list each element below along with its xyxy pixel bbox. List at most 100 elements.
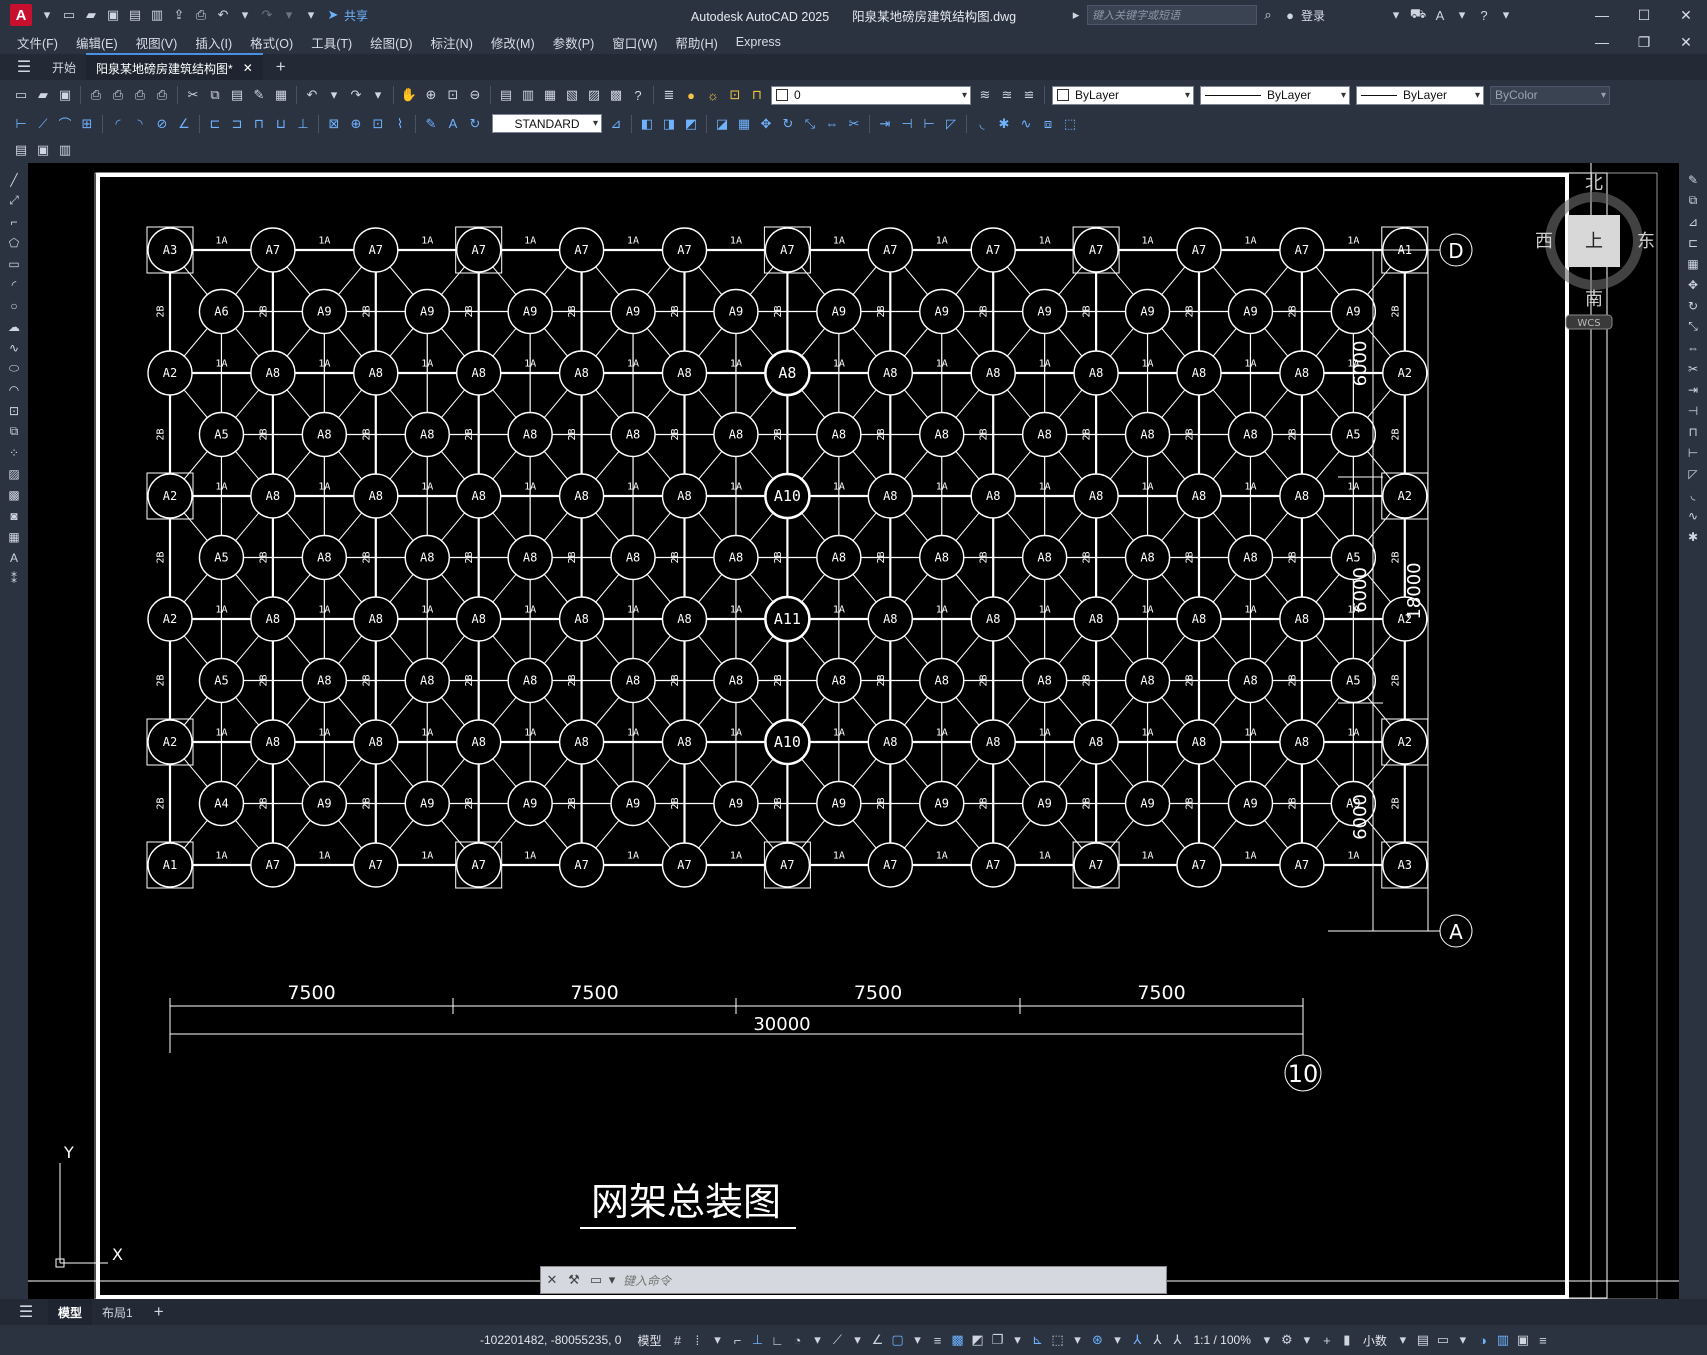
plotstyle-dropdown[interactable]: ByColor ▾: [1490, 85, 1610, 105]
command-prompt-icon[interactable]: ▭: [585, 1272, 607, 1288]
plot-preview-icon[interactable]: ⎙: [108, 85, 128, 105]
gizmo-icon[interactable]: ⊛: [1087, 1332, 1107, 1348]
chevron-right-icon[interactable]: ▸: [1066, 5, 1086, 25]
new-icon[interactable]: ▭: [11, 85, 31, 105]
dropdown-arrow-icon[interactable]: ▾: [1452, 5, 1472, 25]
array-icon[interactable]: ▦: [1683, 254, 1703, 273]
menu-draw[interactable]: 绘图(D): [361, 33, 421, 52]
attach-icon[interactable]: ▣: [33, 140, 53, 160]
drawing-canvas[interactable]: 1A 1A 1A 1A 1A 1A 1A 1A 1A 1A 1A 1A 1A 1A 1A 1A 1A 1A 1A 1A…: [28, 163, 1679, 1299]
move-icon[interactable]: ✥: [1683, 275, 1703, 294]
quickcalc-icon[interactable]: ▩: [606, 85, 626, 105]
grid-icon[interactable]: #: [667, 1333, 687, 1348]
fillet-icon[interactable]: ◟: [972, 114, 992, 134]
model-space-button[interactable]: 模型: [631, 1332, 667, 1349]
table-icon[interactable]: ▦: [4, 527, 24, 546]
block-editor-icon[interactable]: ▦: [271, 85, 291, 105]
zoom-previous-icon[interactable]: ⊖: [465, 85, 485, 105]
ordinate-icon[interactable]: ⊞: [77, 114, 97, 134]
annotation-monitor-icon[interactable]: +: [1317, 1333, 1337, 1348]
erase-icon[interactable]: ✎: [1683, 170, 1703, 189]
search-icon[interactable]: ⌕: [1258, 5, 1278, 25]
region-icon[interactable]: ◙: [4, 506, 24, 525]
polyline-icon[interactable]: ⌐: [4, 212, 24, 231]
dynamic-ucs-icon[interactable]: ⊾: [1027, 1332, 1047, 1348]
rotate-icon[interactable]: ↻: [1683, 296, 1703, 315]
login-button[interactable]: 登录: [1301, 7, 1325, 24]
dropdown-arrow-icon[interactable]: ▾: [324, 85, 344, 105]
trim-icon[interactable]: ✂: [1683, 359, 1703, 378]
share-button[interactable]: 共享: [344, 7, 368, 24]
hatch-icon[interactable]: ▨: [4, 464, 24, 483]
dim-space-icon[interactable]: ⊔: [271, 114, 291, 134]
osnap-icon[interactable]: ▢: [887, 1332, 907, 1348]
autodesk-icon[interactable]: A: [1430, 5, 1450, 25]
tool-palettes-icon[interactable]: ▦: [540, 85, 560, 105]
lineweight-icon[interactable]: ≡: [927, 1333, 947, 1348]
linetype-dropdown[interactable]: ByLayer ▾: [1200, 85, 1350, 105]
menu-dimension[interactable]: 标注(N): [422, 33, 482, 52]
3d-osnap-icon[interactable]: ❐: [987, 1332, 1007, 1348]
dropdown-arrow-icon[interactable]: ▾: [1393, 1332, 1413, 1348]
layer-on-icon[interactable]: ●: [681, 85, 701, 105]
dropdown-arrow-icon[interactable]: ▾: [279, 5, 299, 25]
command-line[interactable]: ✕ ⚒ ▭ ▾ 键入命令: [540, 1266, 1167, 1294]
menu-format[interactable]: 格式(O): [241, 33, 302, 52]
add-selected-icon[interactable]: ⁑: [4, 569, 24, 588]
dropdown-arrow-icon[interactable]: ▾: [235, 5, 255, 25]
explode-icon[interactable]: ✱: [994, 114, 1014, 134]
app-menu-button[interactable]: A: [10, 4, 32, 26]
customize-icon[interactable]: ▾: [301, 5, 321, 25]
stretch-icon[interactable]: ⇔: [822, 114, 842, 134]
layer-freeze-icon[interactable]: ☼: [703, 85, 723, 105]
copy-icon[interactable]: ⧉: [1683, 191, 1703, 210]
layer-dropdown[interactable]: 0 ▾: [771, 85, 971, 105]
workspace-gear-icon[interactable]: ⚙: [1277, 1332, 1297, 1348]
gradient-icon[interactable]: ▩: [4, 485, 24, 504]
viewcube-south[interactable]: 南: [1585, 289, 1603, 310]
tab-start[interactable]: 开始: [42, 54, 86, 80]
cursor-coordinates[interactable]: -102201482, -80055235, 0: [0, 1333, 631, 1347]
markup-icon[interactable]: ▨: [584, 85, 604, 105]
mirror-icon[interactable]: ⊿: [1683, 212, 1703, 231]
design-center-icon[interactable]: ▥: [518, 85, 538, 105]
aligned-dim-icon[interactable]: ⟋: [33, 114, 53, 134]
search-input[interactable]: 键入关键字或短语: [1087, 5, 1257, 25]
selection-filter-icon[interactable]: ⬚: [1047, 1332, 1067, 1348]
menu-parametric[interactable]: 参数(P): [544, 33, 604, 52]
dropdown-arrow-icon[interactable]: ▾: [847, 1332, 867, 1348]
menu-file[interactable]: 文件(F): [8, 33, 67, 52]
angular-icon[interactable]: ∠: [174, 114, 194, 134]
array-icon[interactable]: ▦: [734, 114, 754, 134]
erase-icon[interactable]: ◧: [637, 114, 657, 134]
menu-view[interactable]: 视图(V): [127, 33, 187, 52]
wrench-icon[interactable]: ⚒: [563, 1272, 585, 1288]
tab-close-icon[interactable]: ✕: [243, 61, 253, 75]
layer-lock-icon[interactable]: ⊡: [725, 85, 745, 105]
annotation-visibility-icon[interactable]: ⅄: [1127, 1332, 1147, 1348]
break-point-icon[interactable]: ⊣: [1683, 401, 1703, 420]
extend-icon[interactable]: ⇥: [1683, 380, 1703, 399]
doc-minimize-icon[interactable]: —: [1581, 34, 1623, 51]
viewcube[interactable]: 上 北 南 西 东 WCS: [1535, 173, 1655, 330]
add-layout-plus-icon[interactable]: +: [149, 1302, 169, 1322]
offset-icon[interactable]: ◪: [712, 114, 732, 134]
customization-icon[interactable]: ≡: [1533, 1333, 1553, 1348]
save-icon[interactable]: ▣: [103, 5, 123, 25]
hamburger-menu-icon[interactable]: ☰: [16, 1302, 36, 1322]
paste-icon[interactable]: ▤: [227, 85, 247, 105]
command-input[interactable]: 键入命令: [617, 1272, 671, 1289]
quick-dim-icon[interactable]: ⊏: [205, 114, 225, 134]
copy-icon[interactable]: ⧉: [205, 85, 225, 105]
scale-icon[interactable]: ⤡: [800, 114, 820, 134]
dropdown-arrow-icon[interactable]: ▾: [1257, 1332, 1277, 1348]
explode-icon[interactable]: ✱: [1683, 527, 1703, 546]
make-current-layer-icon[interactable]: ≋: [975, 85, 995, 105]
properties-icon[interactable]: ▤: [496, 85, 516, 105]
zoom-window-icon[interactable]: ⊡: [443, 85, 463, 105]
circle-icon[interactable]: ○: [4, 296, 24, 315]
dropdown-arrow-icon[interactable]: ▾: [1496, 5, 1516, 25]
3d-print-icon[interactable]: ⎙: [152, 85, 172, 105]
maximize-icon[interactable]: ☐: [1623, 7, 1665, 24]
polar-icon[interactable]: ◔: [787, 1333, 807, 1348]
